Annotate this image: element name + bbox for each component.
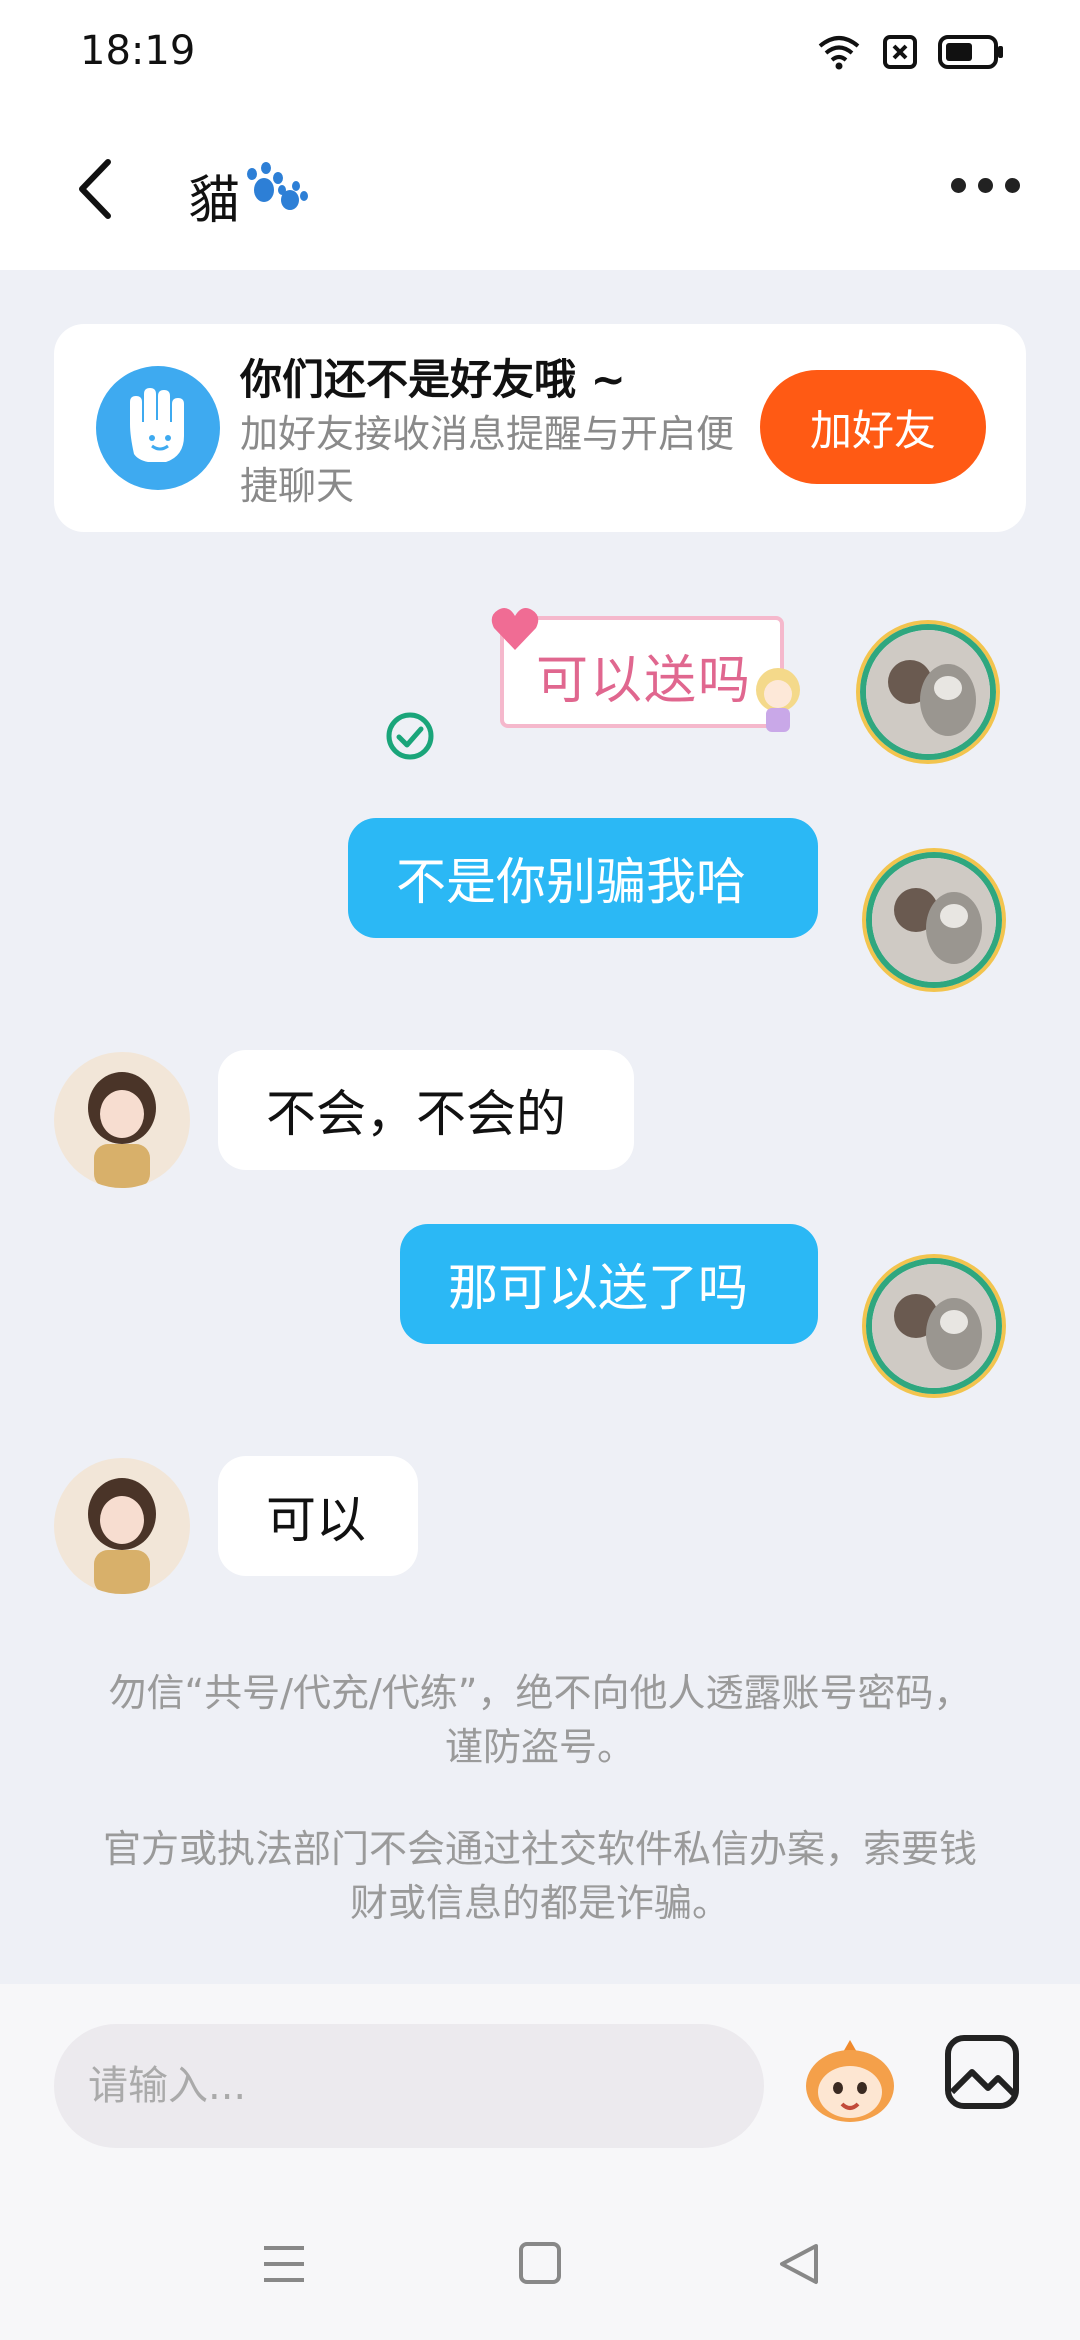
back-triangle-icon[interactable]	[776, 2242, 820, 2286]
heart-icon	[491, 608, 539, 650]
incoming-message-bubble[interactable]: 不会，不会的	[218, 1050, 634, 1170]
back-arrow-icon[interactable]	[70, 156, 120, 222]
emoji-mascot-icon[interactable]	[800, 2030, 900, 2130]
wave-hand-icon	[96, 366, 220, 490]
friend-card-title: 你们还不是好友哦 ~	[240, 355, 626, 404]
contact-avatar[interactable]	[54, 1458, 190, 1594]
sim-off-icon	[883, 35, 917, 69]
self-avatar[interactable]	[866, 852, 1002, 988]
read-check-icon	[386, 712, 434, 760]
battery-icon	[938, 35, 1003, 69]
incoming-message-bubble[interactable]: 可以	[218, 1456, 418, 1576]
message-input-box[interactable]	[54, 2024, 764, 2148]
safety-notice: 官方或执法部门不会通过社交软件私信办案，索要钱财或信息的都是诈骗。	[102, 1827, 977, 1925]
system-nav-bar	[0, 2200, 1080, 2340]
home-button[interactable]	[519, 2242, 561, 2284]
sticker-text: 可以送吗	[536, 651, 753, 711]
title-bar: 貓	[0, 110, 1080, 270]
recent-apps-icon[interactable]	[262, 2242, 306, 2286]
add-friend-button[interactable]: 加好友	[760, 370, 986, 484]
self-avatar[interactable]	[860, 624, 996, 760]
paw-icon	[247, 162, 308, 210]
wifi-icon	[818, 36, 860, 70]
message-input[interactable]	[88, 2063, 764, 2109]
friend-request-card: 你们还不是好友哦 ~ 加好友接收消息提醒与开启便捷聊天 加好友	[54, 324, 1026, 532]
outgoing-message-bubble[interactable]: 不是你别骗我哈	[348, 818, 818, 938]
friend-card-subtitle: 加好友接收消息提醒与开启便捷聊天	[240, 412, 735, 508]
self-avatar[interactable]	[866, 1258, 1002, 1394]
image-picker-icon[interactable]	[944, 2034, 1020, 2110]
chat-title: 貓	[188, 171, 241, 231]
safety-notice: 勿信“共号/代充/代练”，绝不向他人透露账号密码，谨防盗号。	[108, 1671, 972, 1769]
sticker-message[interactable]: 可以送吗	[490, 606, 810, 736]
contact-avatar[interactable]	[54, 1052, 190, 1188]
status-icons	[816, 34, 1004, 70]
status-time: 18:19	[80, 28, 196, 74]
anime-girl-icon	[756, 668, 800, 732]
outgoing-message-bubble[interactable]: 那可以送了吗	[400, 1224, 818, 1344]
more-options-button[interactable]	[951, 178, 1020, 193]
status-bar: 18:19	[0, 0, 1080, 110]
